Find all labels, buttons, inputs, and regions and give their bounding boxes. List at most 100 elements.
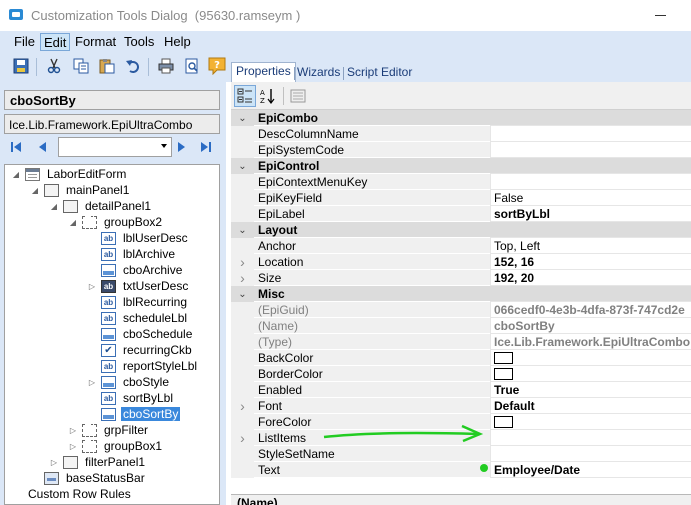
- property-row[interactable]: Text Employee/Date: [231, 462, 691, 478]
- tree-node[interactable]: ▷ filterPanel1: [49, 454, 147, 470]
- tree-node[interactable]: ab lblUserDesc: [87, 230, 190, 246]
- property-pages-icon[interactable]: [287, 85, 309, 107]
- paste-icon[interactable]: [98, 57, 116, 75]
- property-value[interactable]: True: [490, 382, 691, 398]
- property-value[interactable]: [490, 366, 691, 382]
- tree-node[interactable]: ▷ groupBox1: [68, 438, 164, 454]
- property-row[interactable]: EpiContextMenuKey: [231, 174, 691, 190]
- property-value[interactable]: [490, 174, 691, 190]
- property-row[interactable]: Enabled True: [231, 382, 691, 398]
- categorized-view-icon[interactable]: [234, 85, 256, 107]
- cut-icon[interactable]: [45, 57, 63, 75]
- property-row[interactable]: ForeColor: [231, 414, 691, 430]
- tree-node[interactable]: Custom Row Rules: [26, 486, 133, 502]
- expand-triangle-icon[interactable]: ▷: [87, 278, 97, 294]
- tree-node[interactable]: ab sortByLbl: [87, 390, 175, 406]
- tree-node[interactable]: ▷ grpFilter: [68, 422, 150, 438]
- property-row[interactable]: Anchor Top, Left: [231, 238, 691, 254]
- property-value[interactable]: sortByLbl: [490, 206, 691, 222]
- menu-file[interactable]: File: [11, 33, 38, 51]
- property-row[interactable]: › Size 192, 20: [231, 270, 691, 286]
- tree-node[interactable]: ab lblArchive: [87, 246, 177, 262]
- collapse-chevron-icon[interactable]: ⌄: [231, 110, 254, 126]
- property-row[interactable]: EpiKeyField False: [231, 190, 691, 206]
- property-value[interactable]: cboSortBy: [490, 318, 691, 334]
- property-value[interactable]: False: [490, 190, 691, 206]
- menu-format[interactable]: Format: [72, 33, 119, 51]
- property-row[interactable]: BackColor: [231, 350, 691, 366]
- collapse-triangle-icon[interactable]: ◢: [68, 214, 78, 230]
- property-category[interactable]: ⌄ EpiCombo: [231, 110, 691, 126]
- property-row[interactable]: (Name) cboSortBy: [231, 318, 691, 334]
- menu-help[interactable]: Help: [161, 33, 194, 51]
- tree-node[interactable]: baseStatusBar: [30, 470, 147, 486]
- property-value[interactable]: [490, 446, 691, 462]
- tree-node[interactable]: ▷ cboStyle: [87, 374, 171, 390]
- tree-node[interactable]: ab scheduleLbl: [87, 310, 189, 326]
- next-record-icon[interactable]: [172, 137, 192, 157]
- property-value[interactable]: [490, 126, 691, 142]
- copy-icon[interactable]: [72, 57, 90, 75]
- property-value[interactable]: Top, Left: [490, 238, 691, 254]
- alphabetical-sort-icon[interactable]: AZ: [257, 85, 279, 107]
- expand-chevron-icon[interactable]: ›: [231, 254, 254, 270]
- save-icon[interactable]: [12, 57, 30, 75]
- tree-node[interactable]: ab reportStyleLbl: [87, 358, 199, 374]
- control-selector-combo[interactable]: [58, 137, 172, 157]
- minimize-button[interactable]: [655, 15, 666, 16]
- expand-chevron-icon[interactable]: ›: [231, 430, 254, 446]
- property-value[interactable]: 066cedf0-4e3b-4dfa-873f-747cd2e: [490, 302, 691, 318]
- property-row[interactable]: EpiLabel sortByLbl: [231, 206, 691, 222]
- tree-node[interactable]: cboSortBy: [87, 406, 181, 422]
- collapse-triangle-icon[interactable]: ◢: [30, 182, 40, 198]
- property-category[interactable]: ⌄ EpiControl: [231, 158, 691, 174]
- property-row[interactable]: EpiSystemCode: [231, 142, 691, 158]
- property-value[interactable]: [490, 142, 691, 158]
- collapse-triangle-icon[interactable]: ◢: [49, 198, 59, 214]
- menu-tools[interactable]: Tools: [121, 33, 157, 51]
- property-value[interactable]: [490, 350, 691, 366]
- tree-node[interactable]: ◢ groupBox2: [68, 214, 164, 230]
- property-value[interactable]: [490, 430, 691, 446]
- tab-wizards[interactable]: Wizards: [297, 64, 340, 82]
- property-category[interactable]: ⌄ Misc: [231, 286, 691, 302]
- last-record-icon[interactable]: [196, 137, 216, 157]
- expand-triangle-icon[interactable]: ▷: [68, 422, 78, 438]
- property-value[interactable]: Employee/Date: [490, 462, 691, 478]
- expand-chevron-icon[interactable]: ›: [231, 270, 254, 286]
- tree-node[interactable]: ◢ LaborEditForm: [11, 166, 128, 182]
- property-row[interactable]: › Font Default: [231, 398, 691, 414]
- tab-script-editor[interactable]: Script Editor: [347, 64, 412, 82]
- help-icon[interactable]: ?: [208, 57, 226, 75]
- print-icon[interactable]: [157, 57, 175, 75]
- property-row[interactable]: StyleSetName: [231, 446, 691, 462]
- tree-node[interactable]: ✔ recurringCkb: [87, 342, 194, 358]
- collapse-chevron-icon[interactable]: ⌄: [231, 286, 254, 302]
- property-row[interactable]: (EpiGuid) 066cedf0-4e3b-4dfa-873f-747cd2e: [231, 302, 691, 318]
- collapse-chevron-icon[interactable]: ⌄: [231, 158, 254, 174]
- property-row[interactable]: BorderColor: [231, 366, 691, 382]
- property-value[interactable]: 152, 16: [490, 254, 691, 270]
- property-row[interactable]: › Location 152, 16: [231, 254, 691, 270]
- tree-node[interactable]: ▷ ab txtUserDesc: [87, 278, 190, 294]
- property-row[interactable]: › ListItems: [231, 430, 691, 446]
- menu-edit[interactable]: Edit: [40, 33, 71, 51]
- tree-node[interactable]: cboArchive: [87, 262, 184, 278]
- tree-node[interactable]: ab lblRecurring: [87, 294, 189, 310]
- property-value[interactable]: Ice.Lib.Framework.EpiUltraCombo: [490, 334, 691, 350]
- expand-triangle-icon[interactable]: ▷: [68, 438, 78, 454]
- tree-node[interactable]: ◢ mainPanel1: [30, 182, 131, 198]
- collapse-chevron-icon[interactable]: ⌄: [231, 222, 254, 238]
- property-value[interactable]: 192, 20: [490, 270, 691, 286]
- property-value[interactable]: [490, 414, 691, 430]
- property-value[interactable]: Default: [490, 398, 691, 414]
- tree-node[interactable]: ◢ detailPanel1: [49, 198, 153, 214]
- expand-triangle-icon[interactable]: ▷: [87, 374, 97, 390]
- undo-icon[interactable]: [124, 57, 142, 75]
- collapse-triangle-icon[interactable]: ◢: [11, 166, 21, 182]
- previous-record-icon[interactable]: [32, 137, 52, 157]
- tab-properties[interactable]: Properties: [231, 62, 296, 82]
- property-row[interactable]: DescColumnName: [231, 126, 691, 142]
- expand-triangle-icon[interactable]: ▷: [49, 454, 59, 470]
- tree-node[interactable]: cboSchedule: [87, 326, 194, 342]
